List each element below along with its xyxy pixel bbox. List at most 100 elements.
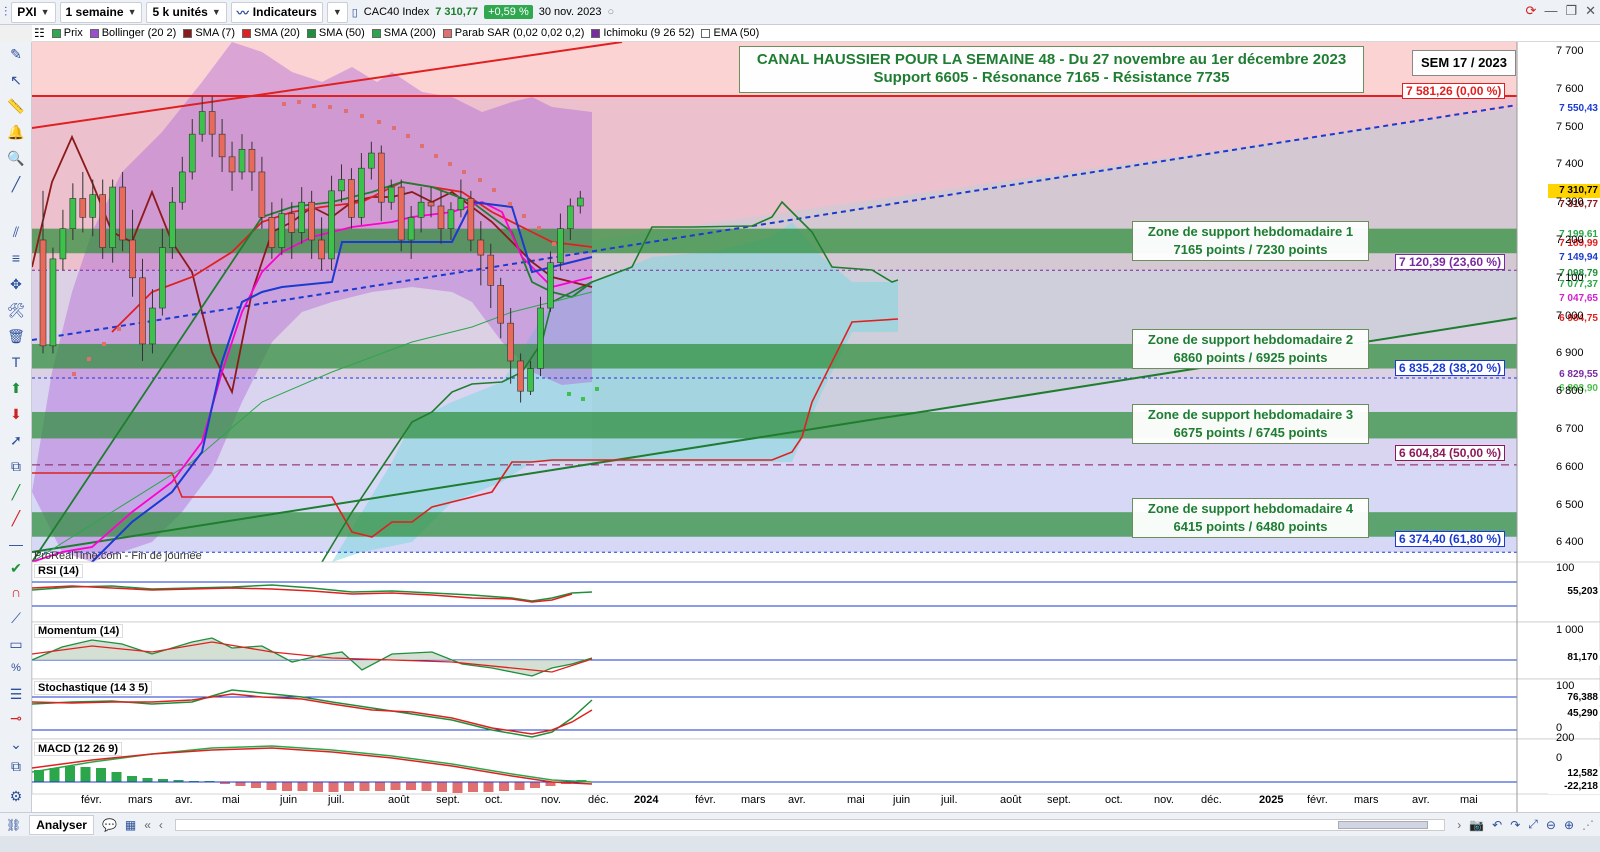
indicators-dropdown[interactable]: ▼ <box>326 1 348 23</box>
tools-icon[interactable]: 🛠 <box>5 300 27 320</box>
candle-up <box>576 197 584 207</box>
screenshot-icon[interactable]: 📷 <box>1469 818 1484 832</box>
sar-dot <box>406 134 410 138</box>
indicator-8[interactable]: EMA (50) <box>701 27 759 39</box>
chevron-down-icon: ▼ <box>211 7 221 17</box>
alert-bell-icon[interactable]: 🔔 <box>5 122 27 142</box>
indicator-3[interactable]: SMA (20) <box>242 27 300 39</box>
macd-axis-zero: 0 <box>1556 752 1563 764</box>
chart-area[interactable]: CANAL HAUSSIER POUR LA SEMAINE 48 - Du 2… <box>31 41 1600 812</box>
zoom-out-icon[interactable]: ⊖ <box>1546 818 1556 832</box>
candle-up <box>358 167 365 218</box>
list-icon[interactable]: ☰ <box>5 684 27 704</box>
time-tick-label: août <box>388 794 410 806</box>
sar-dot <box>508 202 512 206</box>
candle-up <box>298 201 306 233</box>
chat-icon[interactable]: 💬 <box>102 818 117 832</box>
fibonacci-icon[interactable]: ≡ <box>5 248 27 268</box>
ruler-icon[interactable]: 📏 <box>5 96 27 116</box>
copy-icon[interactable]: ⧉ <box>5 456 27 476</box>
info-circle-icon[interactable]: ○ <box>608 6 615 18</box>
settings-icon[interactable]: ⚙ <box>5 786 27 806</box>
support-zone-4-label: Zone de support hebdomadaire 4 6415 poin… <box>1132 498 1369 538</box>
indicator-5[interactable]: SMA (200) <box>371 27 436 39</box>
history-scrollbar[interactable] <box>174 818 1446 831</box>
y-tick-label: 6 400 <box>1556 536 1584 549</box>
list-icon[interactable]: ☷ <box>34 26 45 40</box>
channel-tool-icon[interactable]: ⫽ <box>5 222 27 242</box>
percent-icon[interactable]: % <box>5 658 27 678</box>
candle-up <box>557 228 564 263</box>
y-tick-label: 7 200 <box>1556 234 1584 246</box>
sar-dot <box>87 357 91 361</box>
zone-title: Zone de support hebdomadaire 2 <box>1147 332 1354 347</box>
marker-icon[interactable]: ⊸ <box>5 708 27 728</box>
refresh-icon[interactable]: ⟳ <box>1526 3 1537 19</box>
arrow-up-icon[interactable]: ⬆ <box>5 378 27 398</box>
ticker-selector[interactable]: PXI ▼ <box>11 1 56 23</box>
expand-icon[interactable]: ⌄ <box>5 734 27 754</box>
resize-handle-icon[interactable]: ⋰ <box>1582 818 1594 832</box>
fit-screen-icon[interactable]: ⤢ <box>1528 817 1538 832</box>
zoom-in-icon[interactable]: ⊕ <box>1564 818 1574 832</box>
link-icon[interactable]: ⛓ <box>6 818 21 832</box>
undo-icon[interactable]: ↶ <box>1492 818 1502 832</box>
redo-icon[interactable]: ↷ <box>1510 818 1520 832</box>
period-label: 1 semaine <box>65 5 124 19</box>
indicators-button[interactable]: 〰 Indicateurs <box>230 1 323 23</box>
units-selector[interactable]: 5 k unités ▼ <box>146 1 227 23</box>
analyser-button[interactable]: Analyser <box>29 814 94 835</box>
layers-icon[interactable]: ⧉ <box>5 756 27 776</box>
green-line-icon[interactable]: ╱ <box>5 482 27 502</box>
scroll-right-icon[interactable]: › <box>1457 818 1461 832</box>
scrollbar-thumb[interactable] <box>1338 820 1429 829</box>
arrow-tool-icon[interactable]: ➚ <box>5 430 27 450</box>
arrow-down-icon[interactable]: ⬇ <box>5 404 27 424</box>
momentum-title[interactable]: Momentum (14) <box>34 624 124 638</box>
y-tick-label: 7 400 <box>1556 158 1584 171</box>
time-tick-label: août <box>1000 794 1022 806</box>
candle-down <box>218 133 226 158</box>
trash-icon[interactable]: 🗑 <box>5 326 27 346</box>
time-tick-label: déc. <box>1201 794 1222 806</box>
line-tool-icon[interactable]: ╱ <box>5 174 27 194</box>
zoom-icon[interactable]: 🔍 <box>5 148 27 168</box>
indicator-6[interactable]: Parab SAR (0,02 0,02 0,2) <box>442 27 584 39</box>
period-selector[interactable]: 1 semaine ▼ <box>59 1 143 23</box>
chart-tile-icon[interactable]: ▦ <box>125 818 136 832</box>
pencil-icon[interactable]: ✎ <box>5 44 27 64</box>
macd-title[interactable]: MACD (12 26 9) <box>34 742 123 756</box>
indicator-legend-bar: ☷ Prix Bollinger (20 2) SMA (7) SMA (20) SMA … <box>32 25 1600 42</box>
red-line-icon[interactable]: ╱ <box>5 508 27 528</box>
restore-icon[interactable]: ❐ <box>1565 3 1577 19</box>
indicator-label: EMA (50) <box>713 27 760 39</box>
candle-down <box>39 239 47 347</box>
move-icon[interactable]: ✥ <box>5 274 27 294</box>
macd-bar <box>282 782 292 791</box>
y-tick-label: 6 900 <box>1556 347 1584 360</box>
time-tick-label: mai <box>222 794 240 806</box>
stochastic-title[interactable]: Stochastique (14 3 5) <box>34 681 153 695</box>
scroll-left-icon[interactable]: ‹ <box>159 818 163 832</box>
rsi-title[interactable]: RSI (14) <box>34 564 83 578</box>
indicator-4[interactable]: SMA (50) <box>306 27 365 39</box>
indicator-swatch <box>371 28 381 38</box>
indicator-1[interactable]: Bollinger (20 2) <box>89 27 176 39</box>
close-icon[interactable]: ✕ <box>1585 3 1596 19</box>
y-tick-label: 7 700 <box>1556 45 1584 57</box>
minimize-icon[interactable]: — <box>1544 3 1557 19</box>
magnet-icon[interactable]: ∩ <box>5 582 27 602</box>
check-icon[interactable]: ✔ <box>5 558 27 578</box>
indicator-2[interactable]: SMA (7) <box>183 27 235 39</box>
chart-style-icon[interactable]: ⫶ <box>4 4 7 20</box>
indicator-7[interactable]: Ichimoku (9 26 52) <box>591 27 694 39</box>
horizontal-line-icon[interactable]: — <box>5 534 27 554</box>
text-tool-icon[interactable]: T <box>5 352 27 372</box>
scroll-first-icon[interactable]: « <box>144 818 151 832</box>
cursor-icon[interactable]: ↖ <box>5 70 27 90</box>
candle-down <box>517 360 524 392</box>
zone-tool-icon[interactable]: ▭ <box>5 634 27 654</box>
indicator-0[interactable]: Prix <box>51 27 83 39</box>
measure-icon[interactable]: ⟋ <box>5 608 27 628</box>
indicator-swatch <box>306 28 316 38</box>
